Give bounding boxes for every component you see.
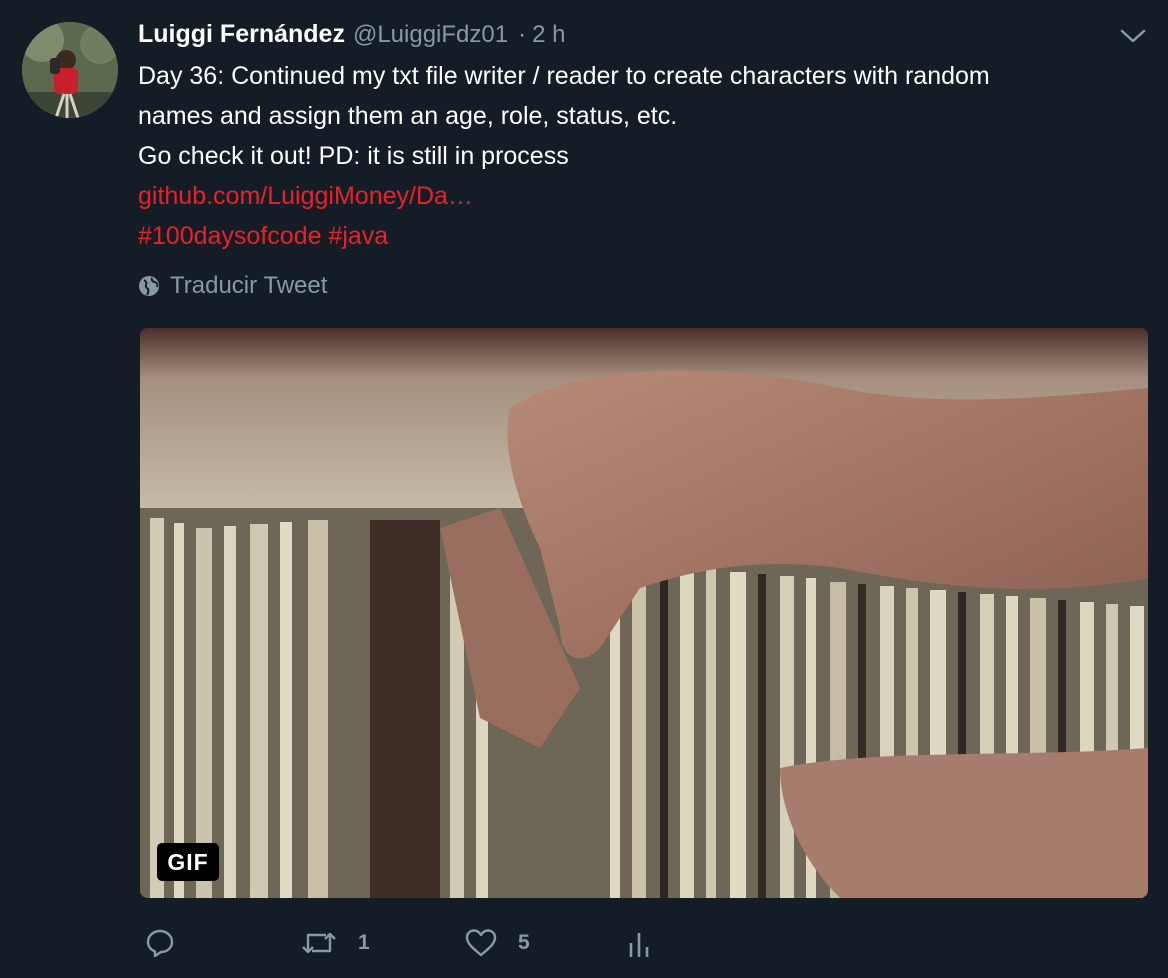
like-count: 5: [518, 931, 530, 954]
tweet: Luiggi Fernández @LuiggiFdz01 · 2 h Day …: [0, 0, 1168, 978]
gif-media[interactable]: [140, 328, 1148, 898]
like-button[interactable]: 5: [464, 920, 530, 966]
retweet-count: 1: [358, 931, 370, 954]
analytics-button[interactable]: [626, 920, 652, 966]
hashtags[interactable]: #100daysofcode #java: [138, 216, 1138, 256]
globe-icon: [139, 276, 159, 296]
avatar[interactable]: [22, 22, 118, 118]
display-name[interactable]: Luiggi Fernández: [138, 20, 345, 49]
chevron-down-icon[interactable]: [1118, 26, 1148, 46]
reply-icon: [146, 929, 174, 958]
analytics-icon: [629, 933, 649, 957]
translate-label: Traducir Tweet: [170, 272, 328, 299]
tweet-header: Luiggi Fernández @LuiggiFdz01 · 2 h: [138, 20, 565, 52]
gif-badge: GIF: [157, 843, 219, 881]
tweet-actions: 1 5: [0, 920, 1168, 970]
timestamp[interactable]: 2 h: [532, 21, 565, 49]
like-icon: [465, 929, 497, 957]
user-handle[interactable]: @LuiggiFdz01: [353, 21, 508, 49]
translate-tweet-link[interactable]: Traducir Tweet: [138, 272, 327, 300]
tweet-text-line: Go check it out! PD: it is still in proc…: [138, 142, 569, 170]
tweet-text: Day 36: Continued my txt file writer / r…: [138, 56, 1138, 256]
separator-dot: ·: [518, 21, 527, 48]
reply-button[interactable]: [144, 920, 198, 966]
tweet-text-line: Day 36: Continued my txt file writer / r…: [138, 62, 990, 90]
tweet-text-line: names and assign them an age, role, stat…: [138, 102, 678, 130]
github-link[interactable]: github.com/LuiggiMoney/Da…: [138, 176, 1138, 216]
retweet-icon: [302, 932, 336, 954]
retweet-button[interactable]: 1: [300, 920, 370, 966]
